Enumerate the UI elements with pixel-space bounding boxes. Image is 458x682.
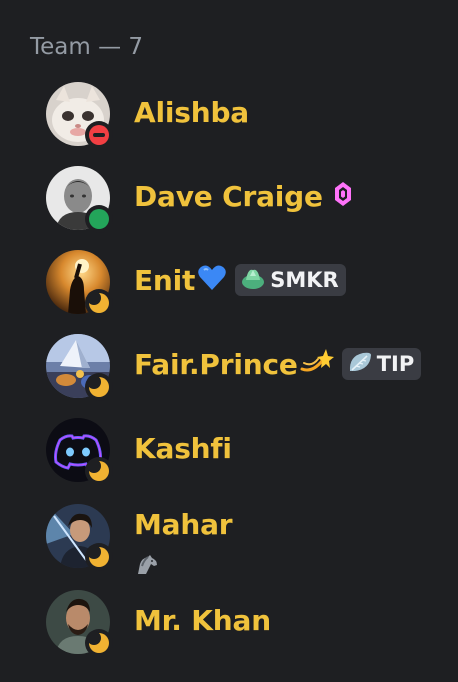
server-tag-label: TIP xyxy=(376,352,415,376)
member-name-line: Dave Craige xyxy=(134,176,353,216)
member-name: Kashfi xyxy=(134,431,232,465)
member-name-line: Mahar xyxy=(134,504,233,544)
avatar-wrapper xyxy=(46,418,113,485)
member-item-mahar[interactable]: Mahar xyxy=(30,498,440,574)
avatar-wrapper xyxy=(46,166,113,233)
horse-icon xyxy=(134,554,160,580)
member-name-line: Alishba xyxy=(134,92,249,132)
member-name: Mr. Khan xyxy=(134,603,271,637)
member-item-mr-khan[interactable]: Mr. Khan xyxy=(30,584,440,660)
status-dnd-icon xyxy=(85,121,113,149)
member-name: Enit xyxy=(134,263,196,297)
avatar-wrapper xyxy=(46,334,113,401)
member-name: Mahar xyxy=(134,507,233,541)
avatar-wrapper xyxy=(46,250,113,317)
member-name: Dave Craige xyxy=(134,179,323,213)
status-idle-icon xyxy=(85,289,113,317)
dizzy-star-icon xyxy=(300,347,334,381)
member-item-fair-prince[interactable]: Fair.Prince TIP xyxy=(30,328,440,404)
status-online-icon xyxy=(85,205,113,233)
member-name: Fair.Prince xyxy=(134,347,298,381)
member-name-line: Enit SMKR xyxy=(134,260,346,300)
avatar-wrapper xyxy=(46,590,113,657)
status-idle-icon xyxy=(85,629,113,657)
status-idle-icon xyxy=(85,457,113,485)
status-idle-icon xyxy=(85,543,113,571)
member-name-line: Kashfi xyxy=(134,428,232,468)
member-item-dave-craige[interactable]: Dave Craige xyxy=(30,160,440,236)
member-name: Alishba xyxy=(134,95,250,129)
server-tag-label: SMKR xyxy=(270,268,339,292)
server-tag[interactable]: TIP xyxy=(341,348,422,380)
member-group-header: Team — 7 xyxy=(30,34,144,60)
avatar-wrapper xyxy=(46,504,113,571)
member-item-enit[interactable]: Enit SMKR xyxy=(30,244,440,320)
avatar-wrapper xyxy=(46,82,113,149)
member-item-kashfi[interactable]: Kashfi xyxy=(30,412,440,488)
member-name-line: Mr. Khan xyxy=(134,600,271,640)
boost-gem-icon[interactable] xyxy=(333,180,353,212)
member-item-alishba[interactable]: Alishba xyxy=(30,76,440,152)
member-list: Team — 7 Alishba Dave Craige Enit SMKR F… xyxy=(0,0,458,682)
blue-heart-icon xyxy=(197,264,227,296)
plant-icon xyxy=(240,266,266,294)
member-name-line: Fair.Prince TIP xyxy=(134,344,422,384)
status-idle-icon xyxy=(85,373,113,401)
server-tag[interactable]: SMKR xyxy=(235,264,346,296)
leaf-icon xyxy=(347,350,373,378)
